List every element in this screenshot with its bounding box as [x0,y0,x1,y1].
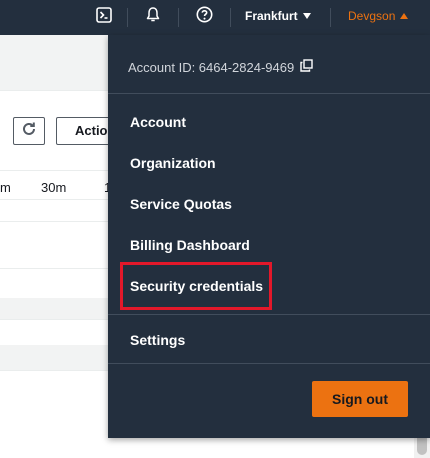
nav-separator [230,8,231,27]
menu-divider [108,363,430,364]
menu-item-organization[interactable]: Organization [130,155,216,171]
menu-item-service-quotas[interactable]: Service Quotas [130,196,232,212]
time-range-option[interactable]: m [0,180,11,195]
account-id-text: Account ID: 6464-2824-9469 [128,59,295,75]
refresh-icon [21,121,37,142]
caret-up-icon [400,13,409,19]
notifications-button[interactable] [142,6,164,28]
account-dropdown-menu: Account ID: 6464-2824-9469 Account Organ… [108,35,430,438]
user-name-label: Devgson [348,9,396,23]
caret-down-icon [302,13,311,19]
account-id-row: Account ID: 6464-2824-9469 [128,59,313,75]
time-range-option[interactable]: 30m [41,180,66,195]
refresh-button[interactable] [13,117,45,145]
region-selector[interactable]: Frankfurt [245,9,311,23]
nav-separator [330,8,331,27]
menu-item-billing-dashboard[interactable]: Billing Dashboard [130,237,250,253]
top-navigation-bar: Frankfurt Devgson [0,0,430,35]
menu-divider [108,93,430,94]
menu-item-settings[interactable]: Settings [130,332,185,348]
region-label: Frankfurt [245,9,298,23]
account-menu-trigger[interactable]: Devgson [348,9,409,23]
help-button[interactable] [193,6,215,28]
help-icon [196,6,213,28]
sign-out-button[interactable]: Sign out [312,381,408,417]
copy-icon[interactable] [300,59,313,75]
nav-separator [127,8,128,27]
nav-separator [178,8,179,27]
menu-item-account[interactable]: Account [130,114,186,130]
bell-icon [145,6,161,28]
terminal-icon [96,6,112,28]
highlight-annotation [120,262,272,310]
cloudshell-button[interactable] [93,6,115,28]
menu-divider [108,314,430,315]
